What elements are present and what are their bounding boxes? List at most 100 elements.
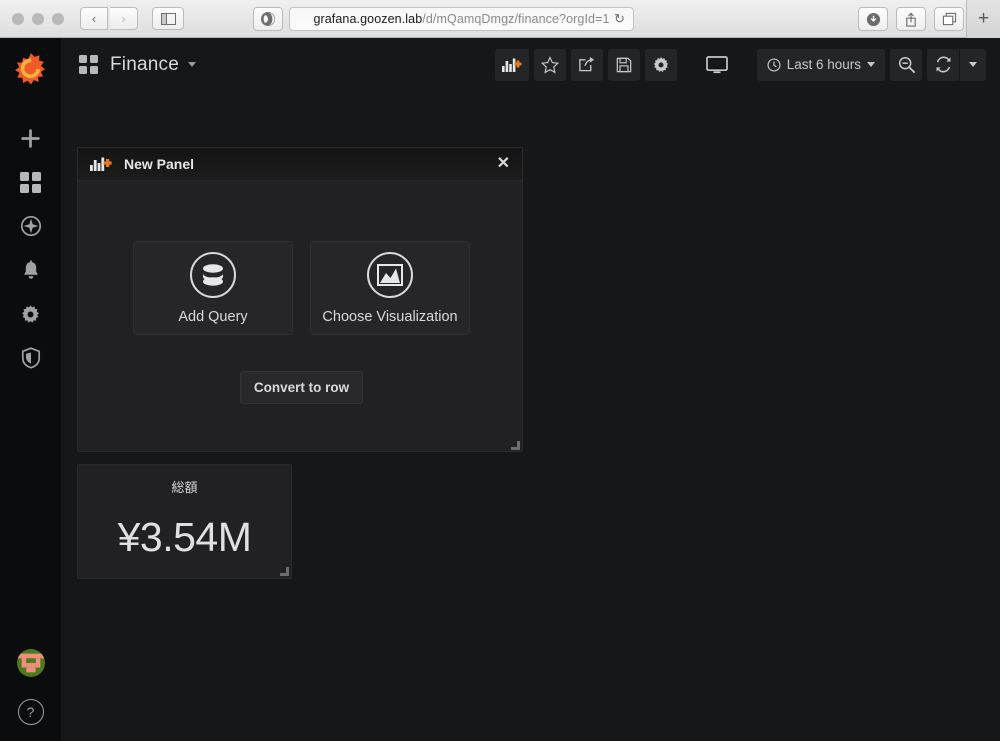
show-tabs-button[interactable] [934,7,964,31]
choose-visualization-label: Choose Visualization [322,308,458,325]
dashboard-icon [79,55,98,74]
url-path: /d/mQamqDmgz/finance?orgId=1 [422,12,610,26]
new-panel-title: New Panel [124,156,195,172]
save-icon [616,57,631,72]
globe-icon [261,12,275,26]
panel-action-buttons: Add Query Choose Visualization [133,241,470,335]
close-icon[interactable]: ✕ [497,156,510,172]
new-panel-header[interactable]: New Panel ✕ [78,148,522,181]
share-dashboard-button[interactable] [570,48,603,81]
chevron-down-icon [867,62,875,67]
gear-icon [22,304,39,323]
add-panel-button[interactable] [494,48,529,81]
time-range-picker[interactable]: Last 6 hours [756,48,885,81]
new-panel: New Panel ✕ Add Query Choose Visualizati… [77,147,523,452]
avatar[interactable] [16,649,45,677]
zoom-out-time-button[interactable] [890,48,922,81]
side-menu: ? [0,38,61,741]
share-button[interactable] [896,7,926,31]
refresh-dashboard-button[interactable] [927,48,959,81]
tabs-icon [942,12,956,26]
window-traffic-lights[interactable] [12,12,64,25]
close-window-button[interactable] [12,12,24,25]
share-icon [906,11,916,27]
monitor-icon [705,55,728,73]
url-input[interactable]: grafana.goozen.lab/d/mQamqDmgz/finance?o… [289,7,634,31]
refresh-icon [936,56,950,73]
chevron-down-icon[interactable] [188,62,196,67]
cycle-view-mode-button[interactable] [699,49,735,81]
new-panel-body: Add Query Choose Visualization Convert t… [78,181,522,452]
graph-glyph-icon [377,263,403,286]
refresh-controls [927,48,986,81]
database-glyph-icon [203,263,223,286]
side-menu-bottom: ? [16,649,45,741]
gear-icon [653,56,668,72]
share-icon [579,56,595,72]
compass-icon [20,215,41,237]
sidebar-item-server-admin[interactable] [0,336,61,380]
browser-toolbar: ‹ › grafana.goozen.lab/d/mQamqDmgz/finan… [0,0,1000,38]
reload-icon[interactable]: ↻ [614,11,625,27]
download-icon [866,12,880,26]
save-dashboard-button[interactable] [607,48,640,81]
side-menu-items [0,116,61,380]
avatar-identicon [16,649,45,677]
zoom-window-button[interactable] [52,12,64,25]
add-panel-icon [501,58,522,72]
page-title[interactable]: Finance [110,54,179,76]
forward-chevron-icon: › [121,11,126,26]
grafana-logo-icon [14,53,45,85]
sidebar-item-dashboards[interactable] [0,160,61,204]
zoom-out-icon [898,56,915,73]
stat-panel-value: ¥3.54M [117,514,252,560]
sidebar-item-configuration[interactable] [0,292,61,336]
dashboard-canvas: New Panel ✕ Add Query Choose Visualizati… [61,91,1000,741]
downloads-button[interactable] [858,7,888,31]
clock-icon [767,57,781,72]
add-query-label: Add Query [178,308,248,325]
forward-button[interactable]: › [110,7,138,30]
refresh-interval-dropdown[interactable] [960,48,986,81]
sidebar-icon [160,12,176,25]
plus-icon [21,128,40,148]
help-question-icon: ? [26,704,35,720]
new-tab-plus-icon: + [977,8,990,29]
stat-panel-title: 総額 [171,480,198,495]
database-icon [190,251,236,298]
show-sidebar-button[interactable] [152,7,184,30]
time-range-label: Last 6 hours [786,57,861,72]
convert-to-row-label: Convert to row [253,380,350,395]
grafana-app: ? Finance Last 6 hours New Panel ✕ Add Q… [0,38,1000,741]
website-settings-button[interactable] [253,7,283,31]
back-chevron-icon: ‹ [91,11,97,26]
dashboard-settings-button[interactable] [644,48,677,81]
minimize-window-button[interactable] [32,12,44,25]
add-query-button[interactable]: Add Query [133,241,293,335]
dashboard-navbar: Finance Last 6 hours [61,38,1000,91]
stat-panel[interactable]: 総額 ¥3.54M [77,464,292,579]
convert-to-row-button[interactable]: Convert to row [240,371,363,404]
sidebar-item-alerting[interactable] [0,248,61,292]
add-panel-icon [90,157,112,171]
grafana-logo[interactable] [10,48,52,90]
shield-icon [21,347,40,369]
panel-resize-handle[interactable] [511,441,520,450]
browser-right-buttons [858,7,964,31]
address-bar-area: grafana.goozen.lab/d/mQamqDmgz/finance?o… [253,7,634,31]
star-icon [540,55,559,74]
back-button[interactable]: ‹ [80,7,108,30]
choose-visualization-button[interactable]: Choose Visualization [310,241,470,335]
panel-resize-handle[interactable] [280,567,289,576]
navigation-buttons: ‹ › [80,7,138,30]
new-tab-button[interactable]: + [966,0,1000,38]
sidebar-item-explore[interactable] [0,204,61,248]
visualization-icon [367,251,413,298]
dashboards-icon [20,171,41,193]
sidebar-item-create[interactable] [0,116,61,160]
help-button[interactable]: ? [17,699,44,725]
navbar-actions: Last 6 hours [494,48,986,81]
chevron-down-icon [969,62,977,67]
mark-favorite-button[interactable] [533,48,566,81]
bell-icon [23,259,38,279]
